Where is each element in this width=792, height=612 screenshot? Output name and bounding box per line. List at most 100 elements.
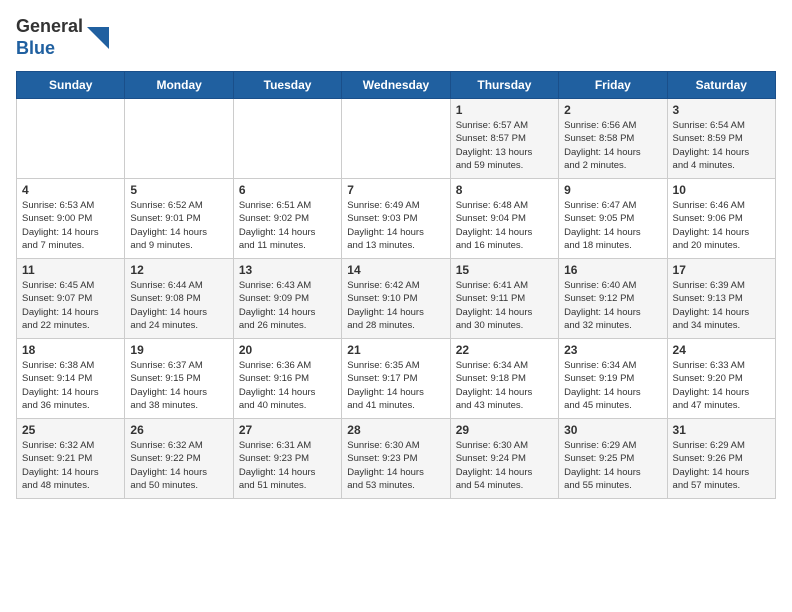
day-info: Sunrise: 6:52 AM Sunset: 9:01 PM Dayligh… — [130, 199, 227, 252]
day-info: Sunrise: 6:34 AM Sunset: 9:18 PM Dayligh… — [456, 359, 553, 412]
logo-blue: Blue — [16, 38, 55, 58]
header-cell-tuesday: Tuesday — [233, 72, 341, 99]
day-cell: 20Sunrise: 6:36 AM Sunset: 9:16 PM Dayli… — [233, 339, 341, 419]
day-info: Sunrise: 6:30 AM Sunset: 9:24 PM Dayligh… — [456, 439, 553, 492]
day-cell: 24Sunrise: 6:33 AM Sunset: 9:20 PM Dayli… — [667, 339, 775, 419]
day-cell: 15 Sunrise: 6:41 AM Sunset: 9:11 PM Dayli… — [450, 259, 558, 339]
day-number: 9 — [564, 183, 661, 197]
day-cell — [342, 99, 450, 179]
day-info: Sunrise: 6:31 AM Sunset: 9:23 PM Dayligh… — [239, 439, 336, 492]
header-cell-wednesday: Wednesday — [342, 72, 450, 99]
day-info: Sunrise: 6:47 AM Sunset: 9:05 PM Dayligh… — [564, 199, 661, 252]
day-info: Sunrise: 6:29 AM Sunset: 9:25 PM Dayligh… — [564, 439, 661, 492]
day-number: 18 — [22, 343, 119, 357]
day-cell: 16Sunrise: 6:40 AM Sunset: 9:12 PM Dayli… — [559, 259, 667, 339]
day-number: 15 — [456, 263, 553, 277]
day-number: 1 — [456, 103, 553, 117]
day-number: 17 — [673, 263, 770, 277]
day-number: 28 — [347, 423, 444, 437]
day-number: 3 — [673, 103, 770, 117]
day-info: Sunrise: 6:54 AM Sunset: 8:59 PM Dayligh… — [673, 119, 770, 172]
week-row-3: 18 Sunrise: 6:38 AM Sunset: 9:14 PM Dayli… — [17, 339, 776, 419]
day-number: 19 — [130, 343, 227, 357]
day-info: Sunrise: 6:39 AM Sunset: 9:13 PM Dayligh… — [673, 279, 770, 332]
day-number: 16 — [564, 263, 661, 277]
day-cell: 26 Sunrise: 6:32 AM Sunset: 9:22 PM Dayli… — [125, 419, 233, 499]
day-cell: 6Sunrise: 6:51 AM Sunset: 9:02 PM Daylig… — [233, 179, 341, 259]
day-info: Sunrise: 6:38 AM Sunset: 9:14 PM Dayligh… — [22, 359, 119, 412]
day-cell: 19 Sunrise: 6:37 AM Sunset: 9:15 PM Dayli… — [125, 339, 233, 419]
day-info: Sunrise: 6:56 AM Sunset: 8:58 PM Dayligh… — [564, 119, 661, 172]
day-info: Sunrise: 6:32 AM Sunset: 9:22 PM Dayligh… — [130, 439, 227, 492]
day-cell: 9 Sunrise: 6:47 AM Sunset: 9:05 PM Daylig… — [559, 179, 667, 259]
day-cell: 29 Sunrise: 6:30 AM Sunset: 9:24 PM Dayli… — [450, 419, 558, 499]
day-number: 5 — [130, 183, 227, 197]
day-number: 6 — [239, 183, 336, 197]
day-info: Sunrise: 6:35 AM Sunset: 9:17 PM Dayligh… — [347, 359, 444, 412]
day-cell: 7Sunrise: 6:49 AM Sunset: 9:03 PM Daylig… — [342, 179, 450, 259]
header-cell-friday: Friday — [559, 72, 667, 99]
day-info: Sunrise: 6:37 AM Sunset: 9:15 PM Dayligh… — [130, 359, 227, 412]
day-number: 29 — [456, 423, 553, 437]
header-cell-monday: Monday — [125, 72, 233, 99]
day-info: Sunrise: 6:29 AM Sunset: 9:26 PM Dayligh… — [673, 439, 770, 492]
day-cell: 25 Sunrise: 6:32 AM Sunset: 9:21 PM Dayli… — [17, 419, 125, 499]
calendar-header: SundayMondayTuesdayWednesdayThursdayFrid… — [17, 72, 776, 99]
day-number: 13 — [239, 263, 336, 277]
week-row-0: 1Sunrise: 6:57 AM Sunset: 8:57 PM Daylig… — [17, 99, 776, 179]
day-number: 24 — [673, 343, 770, 357]
logo-text: General Blue — [16, 16, 83, 59]
day-info: Sunrise: 6:44 AM Sunset: 9:08 PM Dayligh… — [130, 279, 227, 332]
day-cell: 23Sunrise: 6:34 AM Sunset: 9:19 PM Dayli… — [559, 339, 667, 419]
day-number: 8 — [456, 183, 553, 197]
day-cell: 27 Sunrise: 6:31 AM Sunset: 9:23 PM Dayli… — [233, 419, 341, 499]
week-row-4: 25 Sunrise: 6:32 AM Sunset: 9:21 PM Dayli… — [17, 419, 776, 499]
day-info: Sunrise: 6:46 AM Sunset: 9:06 PM Dayligh… — [673, 199, 770, 252]
day-number: 7 — [347, 183, 444, 197]
day-cell: 10 Sunrise: 6:46 AM Sunset: 9:06 PM Dayli… — [667, 179, 775, 259]
day-cell: 22Sunrise: 6:34 AM Sunset: 9:18 PM Dayli… — [450, 339, 558, 419]
day-number: 26 — [130, 423, 227, 437]
day-info: Sunrise: 6:43 AM Sunset: 9:09 PM Dayligh… — [239, 279, 336, 332]
day-cell — [233, 99, 341, 179]
header-cell-sunday: Sunday — [17, 72, 125, 99]
day-cell: 30 Sunrise: 6:29 AM Sunset: 9:25 PM Dayli… — [559, 419, 667, 499]
day-info: Sunrise: 6:45 AM Sunset: 9:07 PM Dayligh… — [22, 279, 119, 332]
day-number: 23 — [564, 343, 661, 357]
day-cell: 28Sunrise: 6:30 AM Sunset: 9:23 PM Dayli… — [342, 419, 450, 499]
day-cell: 13 Sunrise: 6:43 AM Sunset: 9:09 PM Dayli… — [233, 259, 341, 339]
day-cell: 3 Sunrise: 6:54 AM Sunset: 8:59 PM Daylig… — [667, 99, 775, 179]
day-cell: 4Sunrise: 6:53 AM Sunset: 9:00 PM Daylig… — [17, 179, 125, 259]
day-cell: 11Sunrise: 6:45 AM Sunset: 9:07 PM Dayli… — [17, 259, 125, 339]
header-row: SundayMondayTuesdayWednesdayThursdayFrid… — [17, 72, 776, 99]
day-cell: 2 Sunrise: 6:56 AM Sunset: 8:58 PM Daylig… — [559, 99, 667, 179]
day-cell: 5 Sunrise: 6:52 AM Sunset: 9:01 PM Daylig… — [125, 179, 233, 259]
day-cell: 18 Sunrise: 6:38 AM Sunset: 9:14 PM Dayli… — [17, 339, 125, 419]
day-number: 27 — [239, 423, 336, 437]
day-number: 4 — [22, 183, 119, 197]
day-info: Sunrise: 6:41 AM Sunset: 9:11 PM Dayligh… — [456, 279, 553, 332]
day-info: Sunrise: 6:32 AM Sunset: 9:21 PM Dayligh… — [22, 439, 119, 492]
logo-general: General — [16, 16, 83, 36]
day-cell — [17, 99, 125, 179]
day-cell: 17 Sunrise: 6:39 AM Sunset: 9:13 PM Dayli… — [667, 259, 775, 339]
day-info: Sunrise: 6:48 AM Sunset: 9:04 PM Dayligh… — [456, 199, 553, 252]
header-cell-saturday: Saturday — [667, 72, 775, 99]
calendar-body: 1Sunrise: 6:57 AM Sunset: 8:57 PM Daylig… — [17, 99, 776, 499]
header-cell-thursday: Thursday — [450, 72, 558, 99]
day-number: 30 — [564, 423, 661, 437]
day-info: Sunrise: 6:36 AM Sunset: 9:16 PM Dayligh… — [239, 359, 336, 412]
day-number: 21 — [347, 343, 444, 357]
day-info: Sunrise: 6:42 AM Sunset: 9:10 PM Dayligh… — [347, 279, 444, 332]
logo-triangle-icon — [87, 27, 109, 49]
day-cell: 21 Sunrise: 6:35 AM Sunset: 9:17 PM Dayli… — [342, 339, 450, 419]
day-cell — [125, 99, 233, 179]
day-cell: 12Sunrise: 6:44 AM Sunset: 9:08 PM Dayli… — [125, 259, 233, 339]
day-number: 31 — [673, 423, 770, 437]
day-number: 10 — [673, 183, 770, 197]
day-number: 2 — [564, 103, 661, 117]
day-cell: 1Sunrise: 6:57 AM Sunset: 8:57 PM Daylig… — [450, 99, 558, 179]
day-cell: 14 Sunrise: 6:42 AM Sunset: 9:10 PM Dayli… — [342, 259, 450, 339]
day-number: 25 — [22, 423, 119, 437]
day-number: 14 — [347, 263, 444, 277]
